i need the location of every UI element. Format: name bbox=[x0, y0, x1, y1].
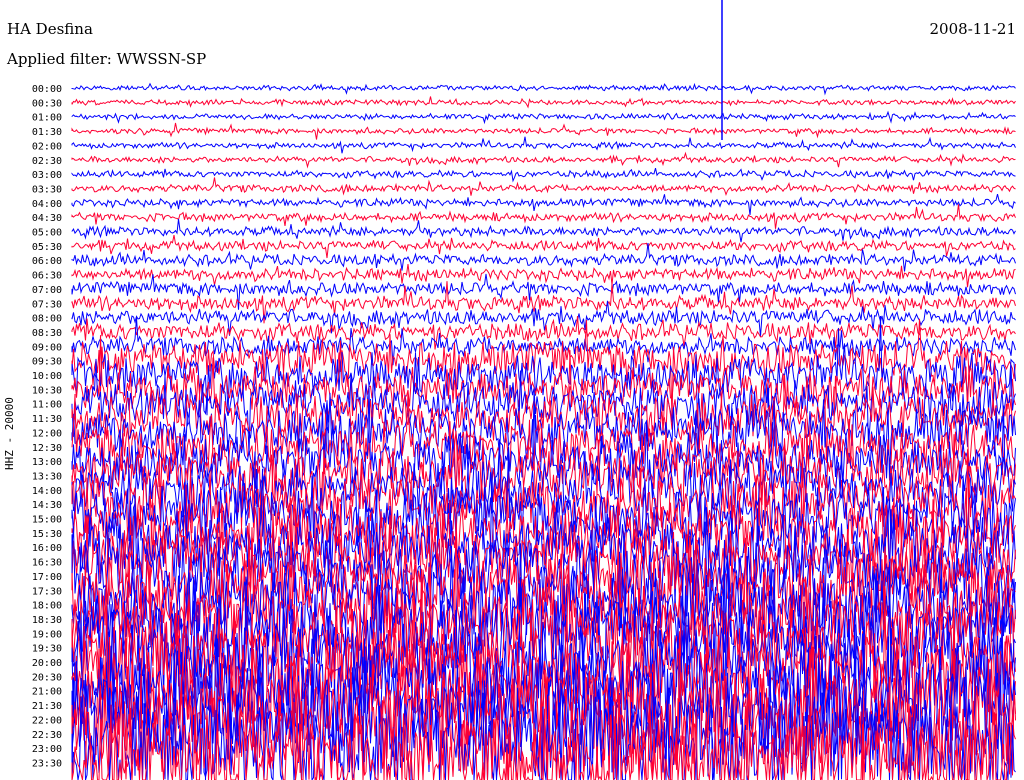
tick-label: 09:30 bbox=[32, 357, 62, 368]
tick-label: 17:30 bbox=[32, 586, 62, 597]
trace-line bbox=[71, 96, 1016, 109]
tick-label: 07:30 bbox=[32, 299, 62, 310]
tick-label: 11:30 bbox=[32, 414, 62, 425]
tick-labels-group: 00:00 00:30 01:00 01:30 02:00 02:30 03:00 03:30… bbox=[32, 84, 62, 769]
tick-label: 22:30 bbox=[32, 730, 62, 741]
tick-label: 16:30 bbox=[32, 558, 62, 569]
tick-label: 19:30 bbox=[32, 644, 62, 655]
tick-label: 13:30 bbox=[32, 471, 62, 482]
tick-label: 02:30 bbox=[32, 156, 62, 167]
trace-line bbox=[71, 177, 1016, 196]
tick-label: 05:30 bbox=[32, 242, 62, 253]
trace-line bbox=[71, 264, 1016, 288]
tick-label: 18:30 bbox=[32, 615, 62, 626]
tick-label: 03:30 bbox=[32, 184, 62, 195]
traces-group bbox=[71, 0, 1016, 780]
tick-label: 00:30 bbox=[32, 98, 62, 109]
trace-line bbox=[71, 82, 1016, 96]
tick-label: 23:30 bbox=[32, 758, 62, 769]
trace-line bbox=[71, 243, 1016, 272]
tick-label: 10:30 bbox=[32, 385, 62, 396]
tick-label: 03:00 bbox=[32, 170, 62, 181]
tick-label: 20:30 bbox=[32, 672, 62, 683]
tick-label: 09:00 bbox=[32, 342, 62, 353]
trace-line bbox=[71, 110, 1016, 125]
tick-label: 15:00 bbox=[32, 515, 62, 526]
tick-label: 14:00 bbox=[32, 486, 62, 497]
tick-label: 00:00 bbox=[32, 84, 62, 95]
tick-label: 17:00 bbox=[32, 572, 62, 583]
tick-label: 20:00 bbox=[32, 658, 62, 669]
tick-label: 07:00 bbox=[32, 285, 62, 296]
tick-label: 08:00 bbox=[32, 314, 62, 325]
tick-label: 12:30 bbox=[32, 443, 62, 454]
tick-label: 10:00 bbox=[32, 371, 62, 382]
trace-line bbox=[71, 136, 1016, 154]
tick-label: 05:00 bbox=[32, 228, 62, 239]
trace-line bbox=[71, 122, 1016, 140]
tick-label: 23:00 bbox=[32, 744, 62, 755]
tick-label: 06:30 bbox=[32, 271, 62, 282]
tick-label: 01:30 bbox=[32, 127, 62, 138]
tick-label: 16:00 bbox=[32, 543, 62, 554]
tick-label: 06:00 bbox=[32, 256, 62, 267]
helicorder-plot: 00:00 00:30 01:00 01:30 02:00 02:30 03:00 03:30… bbox=[32, 0, 1016, 780]
tick-label: 02:00 bbox=[32, 141, 62, 152]
tick-label: 21:00 bbox=[32, 687, 62, 698]
tick-label: 14:30 bbox=[32, 500, 62, 511]
tick-label: 21:30 bbox=[32, 701, 62, 712]
tick-label: 12:00 bbox=[32, 428, 62, 439]
tick-label: 19:00 bbox=[32, 629, 62, 640]
tick-label: 11:00 bbox=[32, 400, 62, 411]
trace-line bbox=[71, 151, 1016, 169]
tick-label: 01:00 bbox=[32, 113, 62, 124]
tick-label: 08:30 bbox=[32, 328, 62, 339]
trace-line bbox=[71, 219, 1016, 243]
tick-label: 13:00 bbox=[32, 457, 62, 468]
tick-label: 22:00 bbox=[32, 715, 62, 726]
trace-line bbox=[71, 193, 1016, 215]
trace-line bbox=[71, 167, 1016, 183]
tick-label: 04:00 bbox=[32, 199, 62, 210]
trace-line bbox=[71, 204, 1016, 229]
tick-label: 15:30 bbox=[32, 529, 62, 540]
tick-label: 04:30 bbox=[32, 213, 62, 224]
tick-label: 18:00 bbox=[32, 601, 62, 612]
